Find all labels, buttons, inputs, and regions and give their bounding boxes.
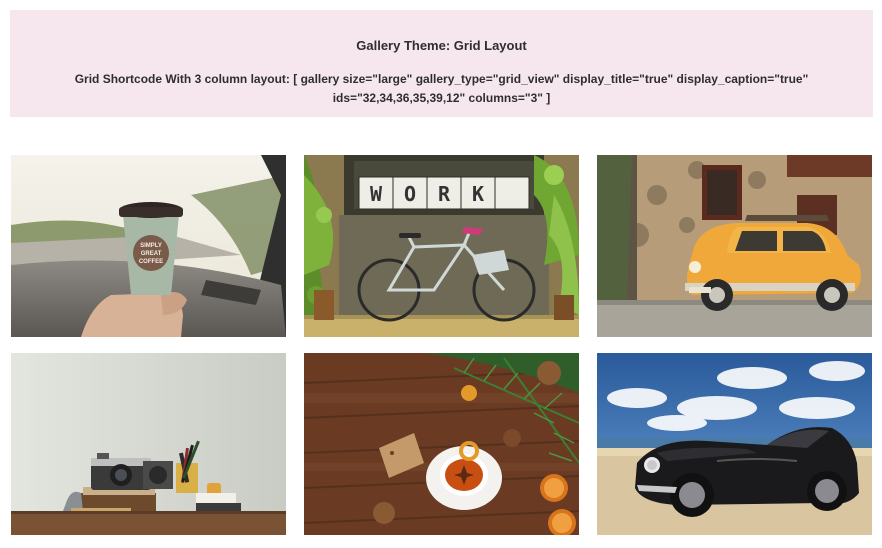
sports-car-photo: [597, 353, 872, 535]
gallery-image-yellow-car[interactable]: [597, 155, 872, 337]
gallery-image-bicycle[interactable]: W O R K: [304, 155, 579, 337]
svg-text:R: R: [438, 182, 451, 206]
tea-photo: [304, 353, 579, 535]
svg-text:K: K: [472, 182, 484, 206]
svg-text:COFFEE: COFFEE: [139, 259, 163, 265]
gallery-notice: Gallery Theme: Grid Layout Grid Shortcod…: [10, 10, 873, 117]
svg-text:O: O: [404, 182, 416, 206]
svg-text:SIMPLY: SIMPLY: [140, 243, 162, 249]
bicycle-photo: W O R K: [304, 155, 579, 337]
gallery-image-camera[interactable]: [11, 353, 286, 535]
svg-text:GREAT: GREAT: [141, 251, 162, 257]
gallery-image-sports-car[interactable]: [597, 353, 872, 535]
notice-shortcode-text: Grid Shortcode With 3 column layout: [ g…: [74, 72, 809, 105]
camera-photo: [11, 353, 286, 535]
svg-text:W: W: [370, 182, 383, 206]
gallery-image-tea[interactable]: [304, 353, 579, 535]
notice-title: Gallery Theme: Grid Layout: [356, 38, 527, 53]
coffee-photo: SIMPLY GREAT COFFEE: [11, 155, 286, 337]
yellow-car-photo: [597, 155, 872, 337]
gallery-image-coffee[interactable]: SIMPLY GREAT COFFEE: [11, 155, 286, 337]
